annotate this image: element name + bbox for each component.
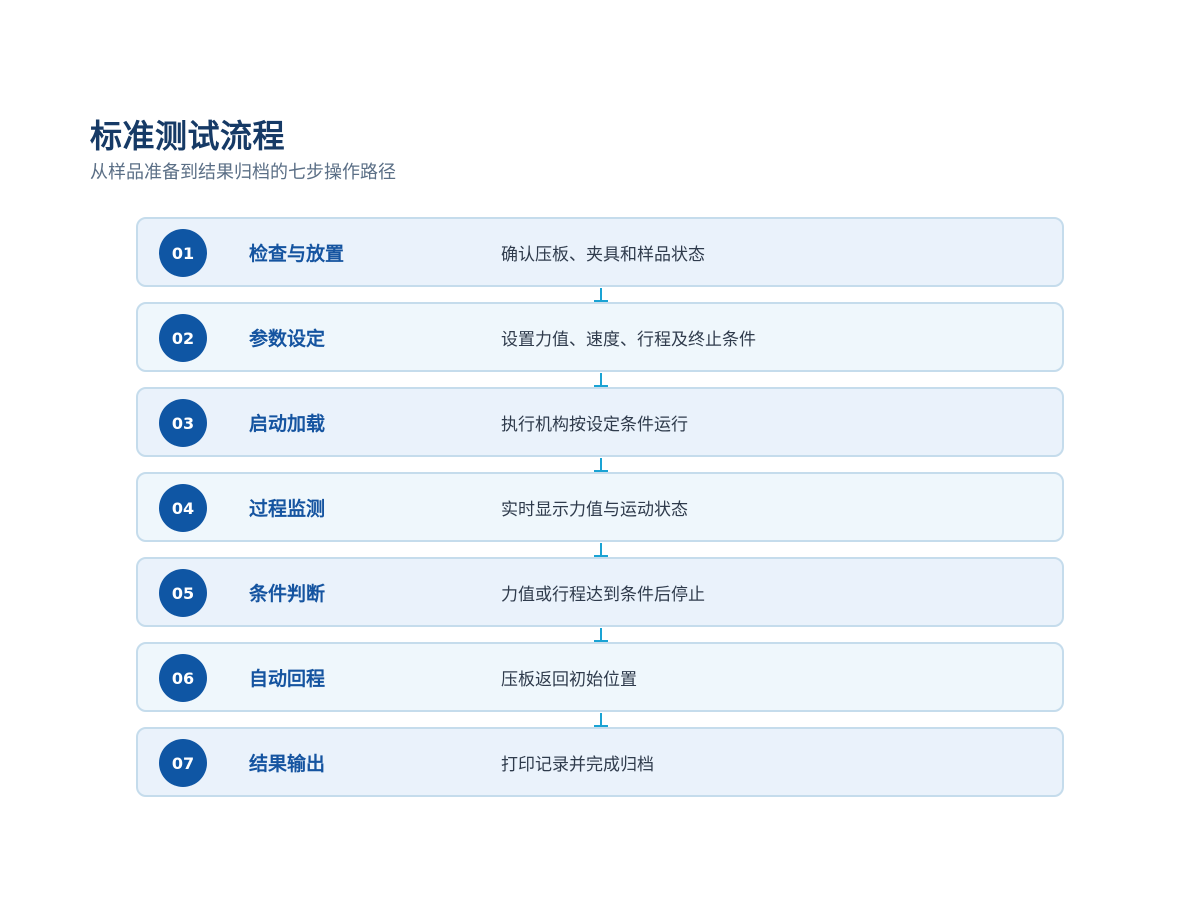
step-number-badge: 03 [159,399,207,447]
step-description: 力值或行程达到条件后停止 [501,584,705,605]
step-card-4: 04 过程监测 实时显示力值与运动状态 [136,472,1064,557]
header: 标准测试流程 从样品准备到结果归档的七步操作路径 [90,114,396,186]
step-connector [594,458,608,472]
step-connector [594,288,608,302]
step-description: 执行机构按设定条件运行 [501,414,688,435]
step-connector [594,543,608,557]
step-title: 启动加载 [249,412,326,435]
step-number-badge: 01 [159,229,207,277]
step-title: 结果输出 [249,752,326,775]
step-number-badge: 06 [159,654,207,702]
step-connector [594,373,608,387]
step-card-3: 03 启动加载 执行机构按设定条件运行 [136,387,1064,472]
step-title: 过程监测 [249,497,326,520]
step-description: 实时显示力值与运动状态 [501,499,688,520]
page-subtitle: 从样品准备到结果归档的七步操作路径 [90,162,396,183]
step-number-badge: 02 [159,314,207,362]
step-number-badge: 04 [159,484,207,532]
step-description: 压板返回初始位置 [501,669,637,690]
process-flow: 01 检查与放置 确认压板、夹具和样品状态 02 参数设定 设置力值、速度、行程… [136,217,1064,797]
step-title: 条件判断 [249,582,326,605]
step-card-7: 07 结果输出 打印记录并完成归档 [136,727,1064,797]
step-title: 检查与放置 [249,242,345,265]
step-number-badge: 05 [159,569,207,617]
step-title: 参数设定 [249,327,326,350]
step-title: 自动回程 [249,667,326,690]
step-card-1: 01 检查与放置 确认压板、夹具和样品状态 [136,217,1064,302]
step-connector [594,628,608,642]
step-card-5: 05 条件判断 力值或行程达到条件后停止 [136,557,1064,642]
step-description: 确认压板、夹具和样品状态 [501,244,705,265]
step-description: 打印记录并完成归档 [501,754,654,775]
step-card-6: 06 自动回程 压板返回初始位置 [136,642,1064,727]
step-card-2: 02 参数设定 设置力值、速度、行程及终止条件 [136,302,1064,387]
step-description: 设置力值、速度、行程及终止条件 [501,329,756,350]
step-connector [594,713,608,727]
step-number-badge: 07 [159,739,207,787]
page-title: 标准测试流程 [90,117,286,155]
